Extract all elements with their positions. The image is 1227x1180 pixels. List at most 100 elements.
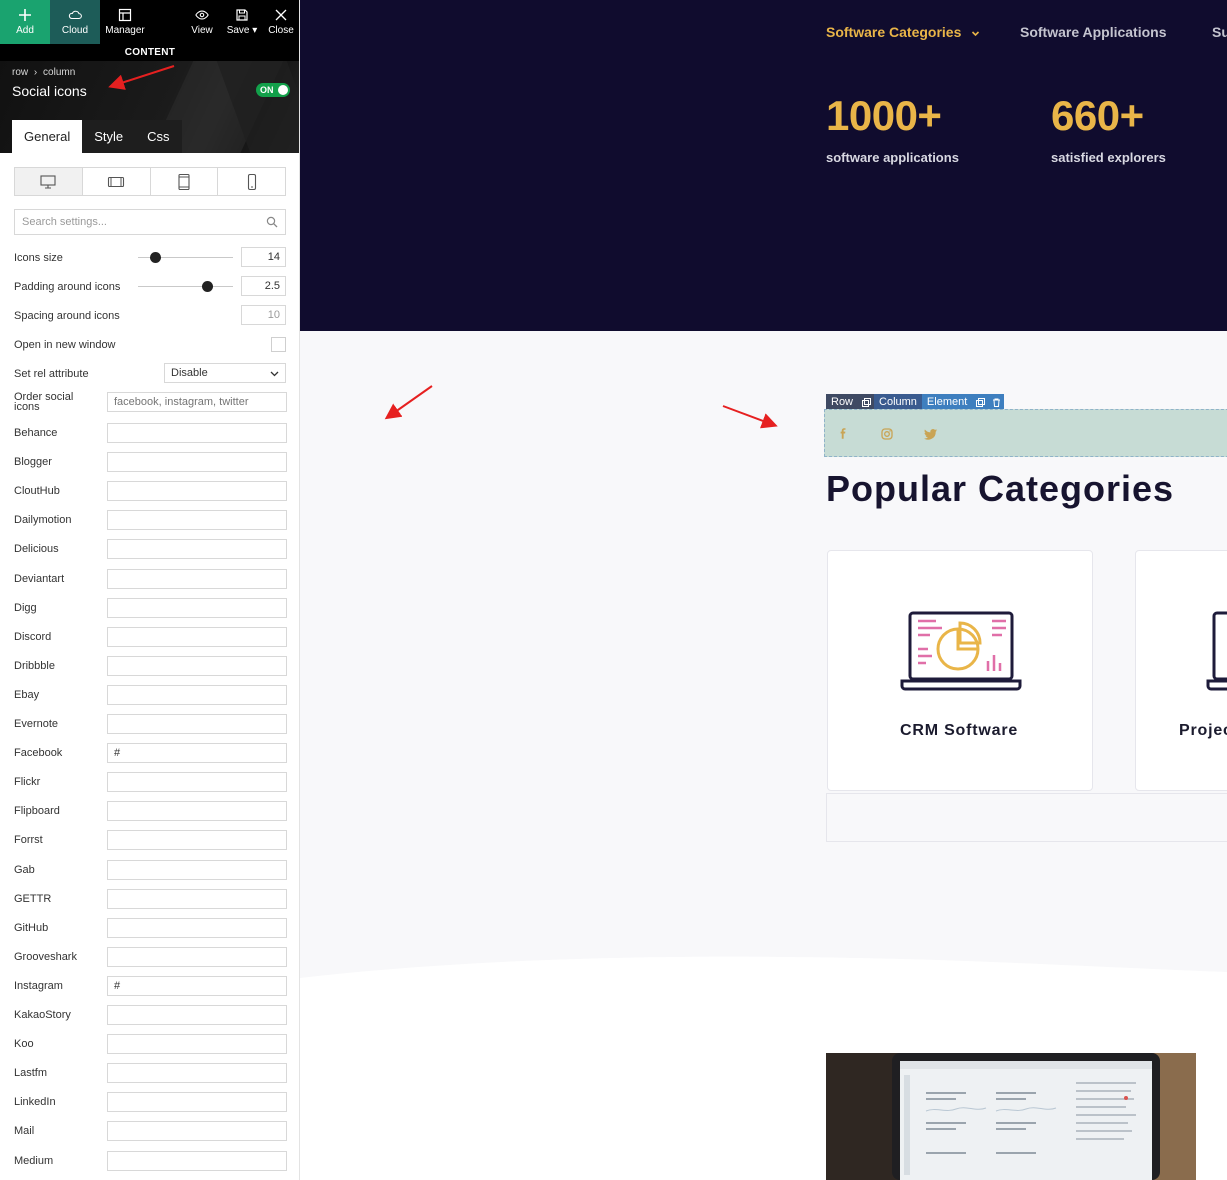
network-url-input[interactable] (107, 685, 287, 705)
mobile-icon (247, 173, 256, 190)
element-header: row › column Social icons ON General Sty… (0, 61, 299, 153)
network-url-input[interactable] (107, 1151, 287, 1171)
network-label: Gab (14, 864, 35, 876)
network-url-input[interactable] (107, 830, 287, 850)
network-url-input[interactable]: # (107, 743, 287, 763)
nav-software-categories[interactable]: Software Categories (826, 24, 980, 40)
category-card[interactable] (1135, 550, 1227, 791)
element-enabled-toggle[interactable]: ON (256, 83, 290, 97)
network-url-input[interactable] (107, 598, 287, 618)
network-url-input[interactable] (107, 860, 287, 880)
copy-icon (861, 398, 871, 407)
padding-slider-thumb[interactable] (202, 281, 214, 292)
new-window-checkbox[interactable] (271, 337, 286, 352)
close-button[interactable]: Close (262, 0, 299, 44)
copy-icon (975, 398, 985, 407)
network-url-input[interactable] (107, 801, 287, 821)
network-url-input[interactable] (107, 1034, 287, 1054)
save-icon (236, 9, 248, 21)
instagram-icon[interactable] (879, 426, 895, 442)
device-mobile[interactable] (218, 168, 285, 195)
hero-section: Software Categories Software Application… (300, 0, 1227, 331)
network-url-input[interactable]: # (107, 976, 287, 996)
trash-icon (992, 398, 1000, 407)
network-url-input[interactable] (107, 569, 287, 589)
spacing-input[interactable]: 10 (241, 305, 286, 325)
network-url-input[interactable] (107, 1121, 287, 1141)
device-tablet-landscape[interactable] (83, 168, 151, 195)
network-url-input[interactable] (107, 889, 287, 909)
panel-tabs: General Style Css (12, 120, 182, 153)
manager-button[interactable]: Manager (100, 0, 150, 44)
network-url-input[interactable] (107, 627, 287, 647)
breadcrumb-column[interactable]: column (43, 67, 75, 78)
cloud-button[interactable]: Cloud (50, 0, 100, 44)
tab-general[interactable]: General (12, 120, 83, 153)
nav-item-truncated[interactable]: Su (1212, 24, 1227, 40)
icons-size-slider[interactable] (138, 252, 233, 263)
network-label: Koo (14, 1038, 34, 1050)
chevron-down-icon (972, 31, 980, 36)
icons-size-slider-thumb[interactable] (150, 252, 162, 263)
network-url-input[interactable] (107, 481, 287, 501)
save-button[interactable]: Save ▾ (222, 0, 262, 44)
toggle-knob (278, 85, 288, 95)
add-button[interactable]: Add (0, 0, 50, 44)
section-title: Popular Categories (826, 468, 1175, 509)
view-label: View (191, 25, 213, 36)
empty-row-placeholder[interactable] (826, 793, 1227, 842)
padding-slider[interactable] (138, 281, 233, 292)
settings-search-input[interactable] (15, 210, 255, 234)
facebook-icon[interactable] (835, 426, 851, 442)
tab-css[interactable]: Css (135, 120, 182, 153)
network-url-input[interactable] (107, 1092, 287, 1112)
icons-size-input[interactable]: 14 (241, 247, 286, 267)
padding-input[interactable]: 2.5 (241, 276, 286, 296)
breadcrumb-separator: › (33, 67, 38, 78)
network-label: KakaoStory (14, 1009, 71, 1021)
editor-panel: Add Cloud Manager View Save ▾ Close CONT… (0, 0, 300, 1180)
spacing-label: Spacing around icons (14, 310, 120, 322)
save-label: Save (226, 25, 250, 36)
device-desktop[interactable] (15, 168, 83, 195)
crm-laptop-chart-icon (900, 611, 1022, 691)
settings-search (14, 209, 286, 235)
network-url-input[interactable] (107, 510, 287, 530)
cloud-label: Cloud (61, 25, 89, 36)
network-label: Digg (14, 602, 37, 614)
network-label: Ebay (14, 689, 40, 701)
network-url-input[interactable] (107, 1063, 287, 1083)
rel-select[interactable]: Disable (164, 363, 286, 383)
order-icons-input[interactable] (107, 392, 287, 412)
nav-software-applications[interactable]: Software Applications (1020, 24, 1167, 40)
new-window-label: Open in new window (14, 339, 116, 351)
view-button[interactable]: View (182, 0, 222, 44)
twitter-icon[interactable] (923, 426, 939, 442)
network-label: GitHub (14, 922, 49, 934)
network-label: Medium (14, 1155, 54, 1167)
network-url-input[interactable] (107, 918, 287, 938)
network-url-input[interactable] (107, 452, 287, 472)
network-label: Mail (14, 1125, 35, 1137)
network-url-input[interactable] (107, 539, 287, 559)
search-icon[interactable] (266, 216, 278, 228)
device-tablet-portrait[interactable] (151, 168, 219, 195)
breadcrumb-row[interactable]: row (12, 67, 28, 78)
network-label: Behance (14, 427, 58, 439)
network-url-input[interactable] (107, 1005, 287, 1025)
network-url-input[interactable] (107, 656, 287, 676)
tab-style[interactable]: Style (82, 120, 136, 153)
network-url-input[interactable] (107, 772, 287, 792)
cloud-icon (68, 10, 82, 20)
network-url-input[interactable] (107, 423, 287, 443)
stat-label: satisfied explorers (1051, 150, 1166, 165)
desktop-icon (40, 174, 56, 189)
network-label: Flipboard (14, 805, 60, 817)
network-url-input[interactable] (107, 714, 287, 734)
manager-label: Manager (105, 25, 145, 36)
network-url-input[interactable] (107, 947, 287, 967)
network-label: Facebook (14, 747, 63, 759)
social-icons-element[interactable] (824, 409, 1227, 457)
category-card-title: CRM Software (900, 722, 1019, 739)
category-card[interactable] (827, 550, 1093, 791)
